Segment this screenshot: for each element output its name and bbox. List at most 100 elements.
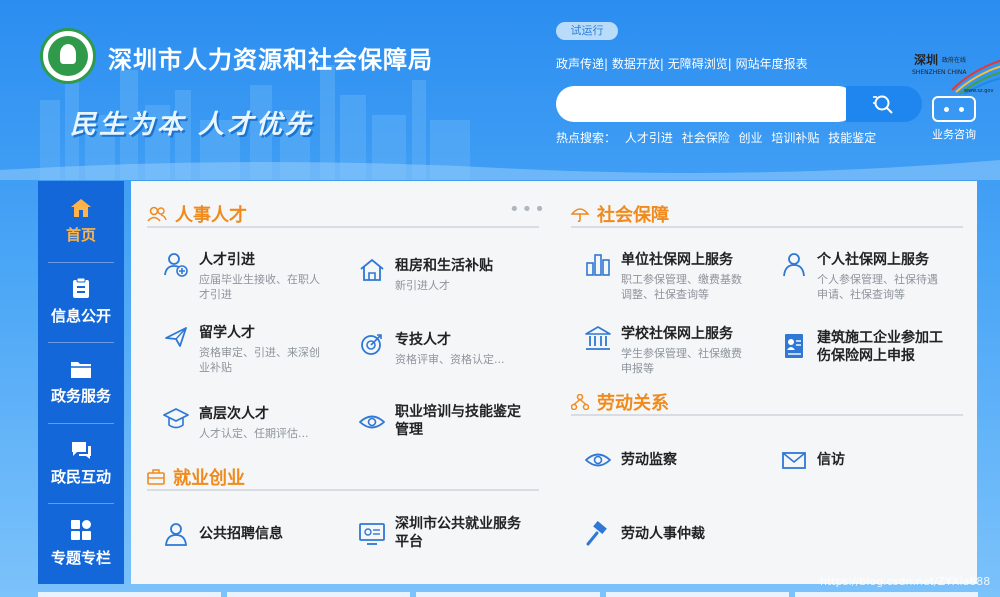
site-header: 深圳市人力资源和社会保障局 民生为本 人才优先 试运行 政声传递| 数据开放| … [0, 0, 1000, 180]
service-desc: 新引进人才 [395, 279, 450, 292]
service-personal-social-security[interactable]: 个人社保网上服务 个人参保管理、社保待遇 申请、社保查询等 [781, 251, 938, 302]
side-navigation: 首页 信息公开 政务服务 政民互动 专题专栏 [38, 181, 124, 584]
service-desc: 个人参保管理、社保待遇 [817, 273, 938, 286]
user-add-icon [164, 253, 188, 277]
trial-badge: 试运行 [556, 22, 618, 40]
top-links: 政声传递| 数据开放| 无障碍浏览| 网站年度报表 [556, 57, 808, 71]
nav-item-topics[interactable]: 专题专栏 [38, 503, 124, 584]
bottom-bars [38, 592, 979, 597]
service-professional-talent[interactable]: 专技人才 资格评审、资格认定... [359, 331, 505, 367]
top-link[interactable]: 数据开放 [612, 57, 660, 71]
nav-item-interaction[interactable]: 政民互动 [38, 422, 124, 504]
watermark-text: https://blog.csdn.net/ZYXia888 [820, 575, 991, 588]
nav-item-info-disclosure[interactable]: 信息公开 [38, 261, 124, 343]
service-school-social-security[interactable]: 学校社保网上服务 学生参保管理、社保缴费 申报等 [585, 325, 742, 376]
service-labor-arbitration[interactable]: 劳动人事仲裁 [585, 521, 705, 547]
nav-item-home[interactable]: 首页 [38, 181, 124, 262]
service-title: 高层次人才 [199, 406, 269, 422]
service-overseas-talent[interactable]: 留学人才 资格审定、引进、来深创 业补贴 [163, 324, 320, 375]
nav-item-gov-services[interactable]: 政务服务 [38, 342, 124, 423]
service-desc: 应届毕业生接收、在职人 [199, 273, 320, 286]
site-title[interactable]: 深圳市人力资源和社会保障局 [108, 40, 433, 75]
section-divider [571, 414, 963, 416]
airplane-icon [165, 327, 187, 347]
service-title: 深圳市公共就业服务 [395, 516, 521, 532]
slogan-text: 民生为本 人才优先 [70, 110, 315, 140]
eye-icon [359, 415, 385, 429]
service-public-recruitment[interactable]: 公共招聘信息 [163, 521, 283, 547]
service-rent-subsidy[interactable]: 租房和生活补贴 新引进人才 [359, 257, 493, 293]
shenzhen-gov-logo[interactable]: 深圳 政府在线 SHENZHEN CHINA www.sz.gov [912, 50, 1000, 94]
service-public-employment-platform[interactable]: 深圳市公共就业服务 平台 [359, 515, 521, 551]
service-construction-injury-insurance[interactable]: 建筑施工企业参加工 伤保险网上申报 [781, 329, 943, 365]
service-vocational-training[interactable]: 职业培训与技能鉴定 管理 [359, 403, 521, 439]
hot-search-term[interactable]: 人才引进 [625, 131, 673, 145]
service-desc: 资格审定、引进、来深创 [199, 346, 320, 359]
hot-search-label: 热点搜索： [556, 131, 617, 145]
service-title: 留学人才 [199, 325, 255, 341]
service-labor-inspection[interactable]: 劳动监察 [585, 447, 677, 473]
nav-item-label: 首页 [65, 225, 96, 244]
graduation-cap-icon [163, 408, 189, 429]
school-icon [585, 326, 611, 350]
hot-search-term[interactable]: 技能鉴定 [828, 131, 876, 145]
service-title: 专技人才 [395, 332, 451, 348]
service-desc: 才引进 [199, 288, 232, 301]
section-title-employment[interactable]: 就业创业 [147, 464, 245, 490]
service-desc: 职工参保管理、缴费基数 [621, 273, 742, 286]
service-desc: 申请、社保查询等 [817, 288, 905, 301]
section-divider [147, 226, 539, 228]
id-card-icon [785, 334, 803, 358]
hot-search: 热点搜索： 人才引进 社会保险 创业 培训补贴 技能鉴定 [556, 129, 881, 146]
more-dots-icon[interactable]: ••• [509, 199, 547, 220]
search-input[interactable] [556, 86, 856, 122]
section-divider [571, 226, 963, 228]
section-title-label: 就业创业 [173, 468, 245, 489]
hot-search-term[interactable]: 培训补贴 [771, 131, 819, 145]
chat-icon [72, 441, 91, 459]
svg-text:深圳: 深圳 [914, 52, 938, 67]
search-button[interactable] [846, 86, 922, 122]
hot-search-term[interactable]: 社会保险 [682, 131, 730, 145]
service-employer-social-security[interactable]: 单位社保网上服务 职工参保管理、缴费基数 调整、社保查询等 [585, 251, 742, 302]
main-panel: 人事人才 ••• 人才引进 应届毕业生接收、在职人 才引进 租房和生活补贴 新引… [131, 181, 977, 584]
monitor-icon [359, 523, 385, 545]
umbrella-icon [571, 208, 589, 222]
top-link[interactable]: 无障碍浏览 [668, 57, 728, 71]
section-title-label: 劳动关系 [597, 393, 669, 414]
clipboard-icon [73, 277, 89, 299]
nav-item-label: 政民互动 [50, 467, 111, 486]
top-link[interactable]: 政声传递 [556, 57, 604, 71]
service-title: 个人社保网上服务 [817, 252, 929, 268]
service-desc: 申报等 [621, 362, 654, 375]
section-title-label: 社会保障 [597, 205, 669, 226]
robot-icon [932, 96, 976, 122]
target-icon [361, 334, 382, 355]
user-icon [165, 523, 187, 546]
service-title: 建筑施工企业参加工 [817, 330, 943, 346]
section-title-talent[interactable]: 人事人才 [147, 201, 247, 227]
business-consult[interactable]: 业务咨询 [928, 96, 980, 142]
service-talent-introduction[interactable]: 人才引进 应届毕业生接收、在职人 才引进 [163, 251, 320, 302]
service-title: 学校社保网上服务 [621, 326, 733, 342]
service-title: 伤保险网上申报 [817, 348, 915, 364]
hot-search-term[interactable]: 创业 [739, 131, 763, 145]
service-high-level-talent[interactable]: 高层次人才 人才认定、任期评估... [163, 405, 309, 441]
service-desc: 人才认定、任期评估... [199, 427, 309, 440]
eye-icon [585, 453, 611, 467]
section-title-labor-relations[interactable]: 劳动关系 [571, 389, 669, 415]
service-title: 劳动监察 [621, 452, 677, 468]
consult-label: 业务咨询 [932, 128, 976, 141]
svg-text:www.sz.gov: www.sz.gov [964, 88, 993, 94]
people-icon [147, 206, 167, 222]
service-petition[interactable]: 信访 [781, 447, 845, 473]
search-icon [873, 95, 893, 114]
top-link[interactable]: 网站年度报表 [736, 57, 808, 71]
home-icon [71, 198, 91, 217]
bureau-logo[interactable] [40, 28, 96, 84]
section-title-social-security[interactable]: 社会保障 [571, 201, 669, 227]
service-desc: 调整、社保查询等 [621, 288, 709, 301]
briefcase-icon [147, 469, 165, 485]
nav-item-label: 专题专栏 [50, 549, 111, 568]
service-title: 劳动人事仲裁 [621, 526, 705, 542]
